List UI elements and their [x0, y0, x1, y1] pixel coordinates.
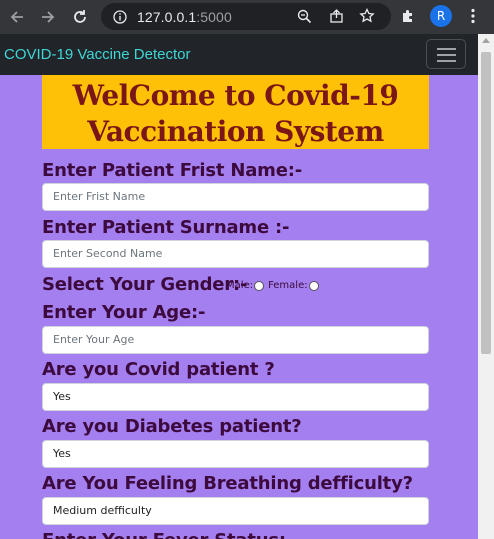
surname-label: Enter Patient Surname :- [42, 217, 290, 238]
profile-avatar[interactable]: R [430, 5, 452, 27]
page-scrollbar[interactable] [478, 34, 494, 539]
gender-female-label: Female: [268, 280, 308, 291]
covid-input[interactable]: Yes [42, 383, 429, 411]
gender-label: Select Your Gender:- [42, 274, 248, 295]
back-arrow-icon [10, 11, 23, 23]
site-info-icon[interactable] [113, 10, 127, 24]
scroll-up-arrow-icon[interactable] [482, 38, 490, 43]
puzzle-icon [403, 10, 412, 22]
kebab-menu-icon [471, 8, 475, 24]
navbar-brand[interactable]: COVID-19 Vaccine Detector [4, 46, 190, 63]
diabetes-input[interactable]: Yes [42, 440, 429, 468]
age-label: Enter Your Age:- [42, 302, 206, 323]
welcome-banner: WelCome to Covid-19 Vaccination System [42, 75, 429, 149]
covid-label: Are you Covid patient ? [42, 359, 275, 380]
navbar-toggler-button[interactable] [426, 39, 466, 69]
banner-title-line2: Vaccination System [87, 115, 384, 148]
forward-arrow-icon [42, 11, 55, 23]
gender-male-radio[interactable] [254, 280, 265, 291]
browser-toolbar: 127.0.0.1:5000 R [0, 0, 494, 34]
reload-button[interactable] [68, 5, 92, 29]
back-button[interactable] [5, 5, 29, 29]
bookmark-star-icon[interactable] [359, 8, 375, 24]
hamburger-icon-bar [437, 54, 456, 56]
fever-label: Enter Your Fever Status:- [42, 530, 293, 539]
banner-title-line1: WelCome to Covid-19 [72, 79, 399, 112]
profile-initial: R [436, 9, 446, 23]
reload-icon [74, 10, 86, 23]
url-text: 127.0.0.1:5000 [137, 8, 232, 25]
gender-male-label: Male: [226, 280, 254, 291]
hamburger-icon-bar [437, 60, 456, 62]
first-name-label: Enter Patient Frist Name:- [42, 160, 303, 181]
diabetes-label: Are you Diabetes patient? [42, 416, 302, 437]
app-navbar: COVID-19 Vaccine Detector [0, 34, 478, 75]
zoom-icon[interactable] [297, 9, 312, 24]
first-name-input[interactable]: Enter Frist Name [42, 183, 429, 211]
gender-options: Male: Female: [226, 280, 321, 291]
breathing-label: Are You Feeling Breathing defficulty? [42, 473, 413, 494]
address-bar[interactable]: 127.0.0.1:5000 [101, 3, 391, 30]
browser-menu-button[interactable] [462, 5, 484, 27]
extensions-button[interactable] [397, 5, 419, 27]
gender-female-radio[interactable] [308, 280, 319, 291]
scroll-thumb[interactable] [481, 52, 491, 354]
forward-button[interactable] [36, 5, 60, 29]
page-viewport: COVID-19 Vaccine Detector WelCome to Cov… [0, 34, 478, 539]
hamburger-icon-bar [437, 48, 456, 50]
surname-input[interactable]: Enter Second Name [42, 240, 429, 268]
breathing-input[interactable]: Medium defficulty [42, 497, 429, 525]
share-icon[interactable] [329, 9, 344, 24]
age-input[interactable]: Enter Your Age [42, 326, 429, 354]
